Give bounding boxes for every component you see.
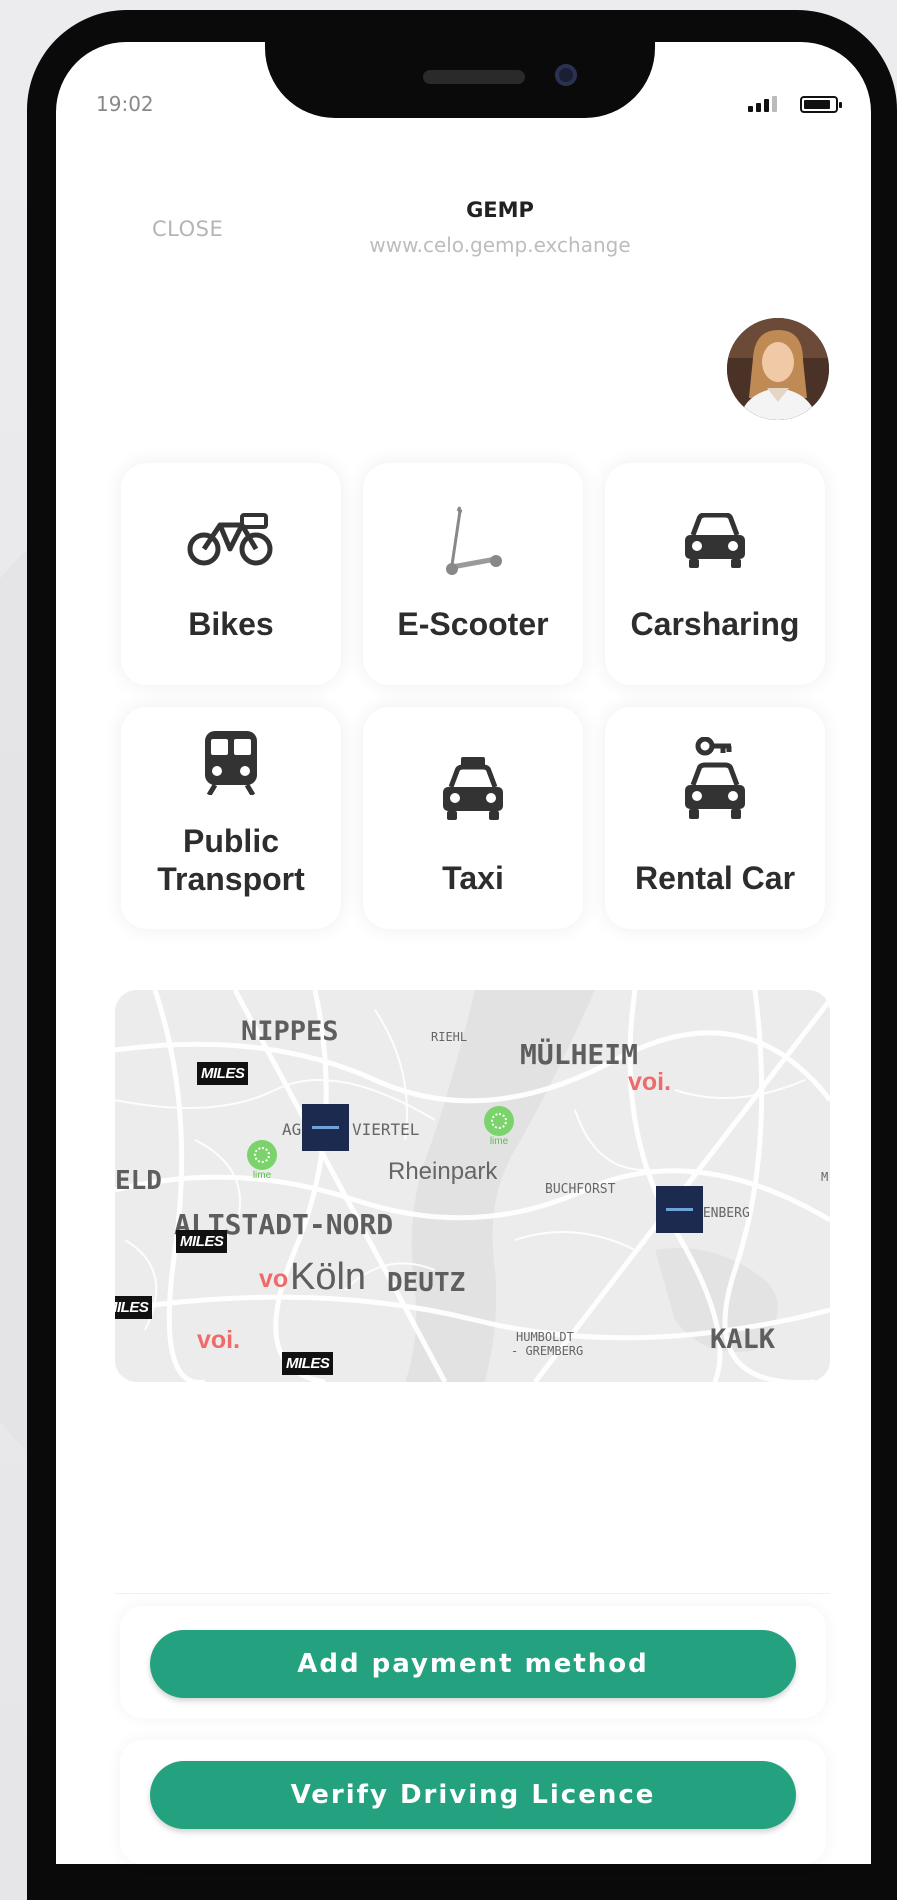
- section-divider: [115, 1593, 830, 1594]
- service-tile-public-transport[interactable]: Public Transport: [121, 707, 341, 929]
- close-button[interactable]: CLOSE: [152, 217, 223, 241]
- service-label: E-Scooter: [397, 606, 549, 642]
- app-title: GEMP: [466, 198, 534, 222]
- tier-marker[interactable]: [656, 1186, 703, 1233]
- app-screen: [56, 42, 871, 1864]
- rental-car-icon: [605, 737, 825, 821]
- taxi-icon: [363, 755, 583, 821]
- speaker-grille: [423, 70, 525, 84]
- providers-map[interactable]: NIPPES RIEHL MÜLHEIM AG VIERTEL Rheinpar…: [115, 990, 830, 1382]
- map-label-henberg: HENBERG: [695, 1206, 750, 1221]
- front-camera: [555, 64, 577, 86]
- map-label-kalk: KALK: [710, 1324, 776, 1355]
- service-tile-taxi[interactable]: Taxi: [363, 707, 583, 929]
- voi-marker[interactable]: voi.: [628, 1068, 671, 1097]
- service-label: Bikes: [188, 606, 274, 642]
- miles-marker[interactable]: MILES: [176, 1230, 228, 1253]
- map-label-humboldt: HUMBOLDT: [516, 1330, 574, 1344]
- lime-marker[interactable]: lime: [247, 1140, 277, 1184]
- profile-avatar[interactable]: [727, 318, 829, 420]
- map-label-koeln: Köln: [290, 1256, 367, 1298]
- bike-icon: [121, 511, 341, 567]
- map-label-muelheim: MÜLHEIM: [520, 1038, 639, 1071]
- tier-marker[interactable]: [302, 1104, 349, 1151]
- car-icon: [605, 513, 825, 569]
- app-url: www.celo.gemp.exchange: [369, 233, 631, 257]
- map-label-feld: ELD: [115, 1166, 162, 1196]
- add-payment-method-button[interactable]: Add payment method: [150, 1630, 796, 1698]
- service-label: Public Transport: [157, 823, 305, 897]
- scooter-icon: [363, 503, 583, 579]
- map-label-rheinpark: Rheinpark: [388, 1158, 498, 1185]
- signal-icon: [748, 96, 777, 112]
- map-label-gremberg: - GREMBERG: [511, 1344, 584, 1358]
- phone-notch: [265, 10, 655, 118]
- miles-marker[interactable]: MILES: [282, 1352, 334, 1375]
- map-label-riehl: RIEHL: [431, 1030, 468, 1044]
- service-tile-carsharing[interactable]: Carsharing: [605, 463, 825, 685]
- voi-marker[interactable]: voi.: [197, 1326, 240, 1355]
- service-label: Taxi: [442, 860, 504, 896]
- service-tile-bikes[interactable]: Bikes: [121, 463, 341, 685]
- service-tile-rental-car[interactable]: Rental Car: [605, 707, 825, 929]
- status-time: 19:02: [96, 92, 154, 116]
- map-label-viertel: VIERTEL: [352, 1120, 420, 1139]
- map-label-buchforst: BUCHFORST: [545, 1182, 616, 1197]
- service-label: Rental Car: [634, 860, 796, 896]
- service-label: Carsharing: [630, 606, 800, 642]
- miles-marker[interactable]: MILES: [115, 1296, 153, 1319]
- service-tile-escooter[interactable]: E-Scooter: [363, 463, 583, 685]
- lime-marker[interactable]: lime: [484, 1106, 514, 1150]
- voi-marker[interactable]: vo: [259, 1265, 288, 1294]
- verify-driving-licence-button[interactable]: Verify Driving Licence: [150, 1761, 796, 1829]
- map-label-ag: AG: [282, 1120, 302, 1139]
- train-icon: [121, 729, 341, 795]
- map-label-nippes: NIPPES: [241, 1016, 339, 1047]
- battery-icon: [800, 96, 842, 113]
- map-label-m: M: [821, 1170, 829, 1184]
- miles-marker[interactable]: MILES: [197, 1062, 249, 1085]
- map-label-deutz: DEUTZ: [387, 1268, 466, 1298]
